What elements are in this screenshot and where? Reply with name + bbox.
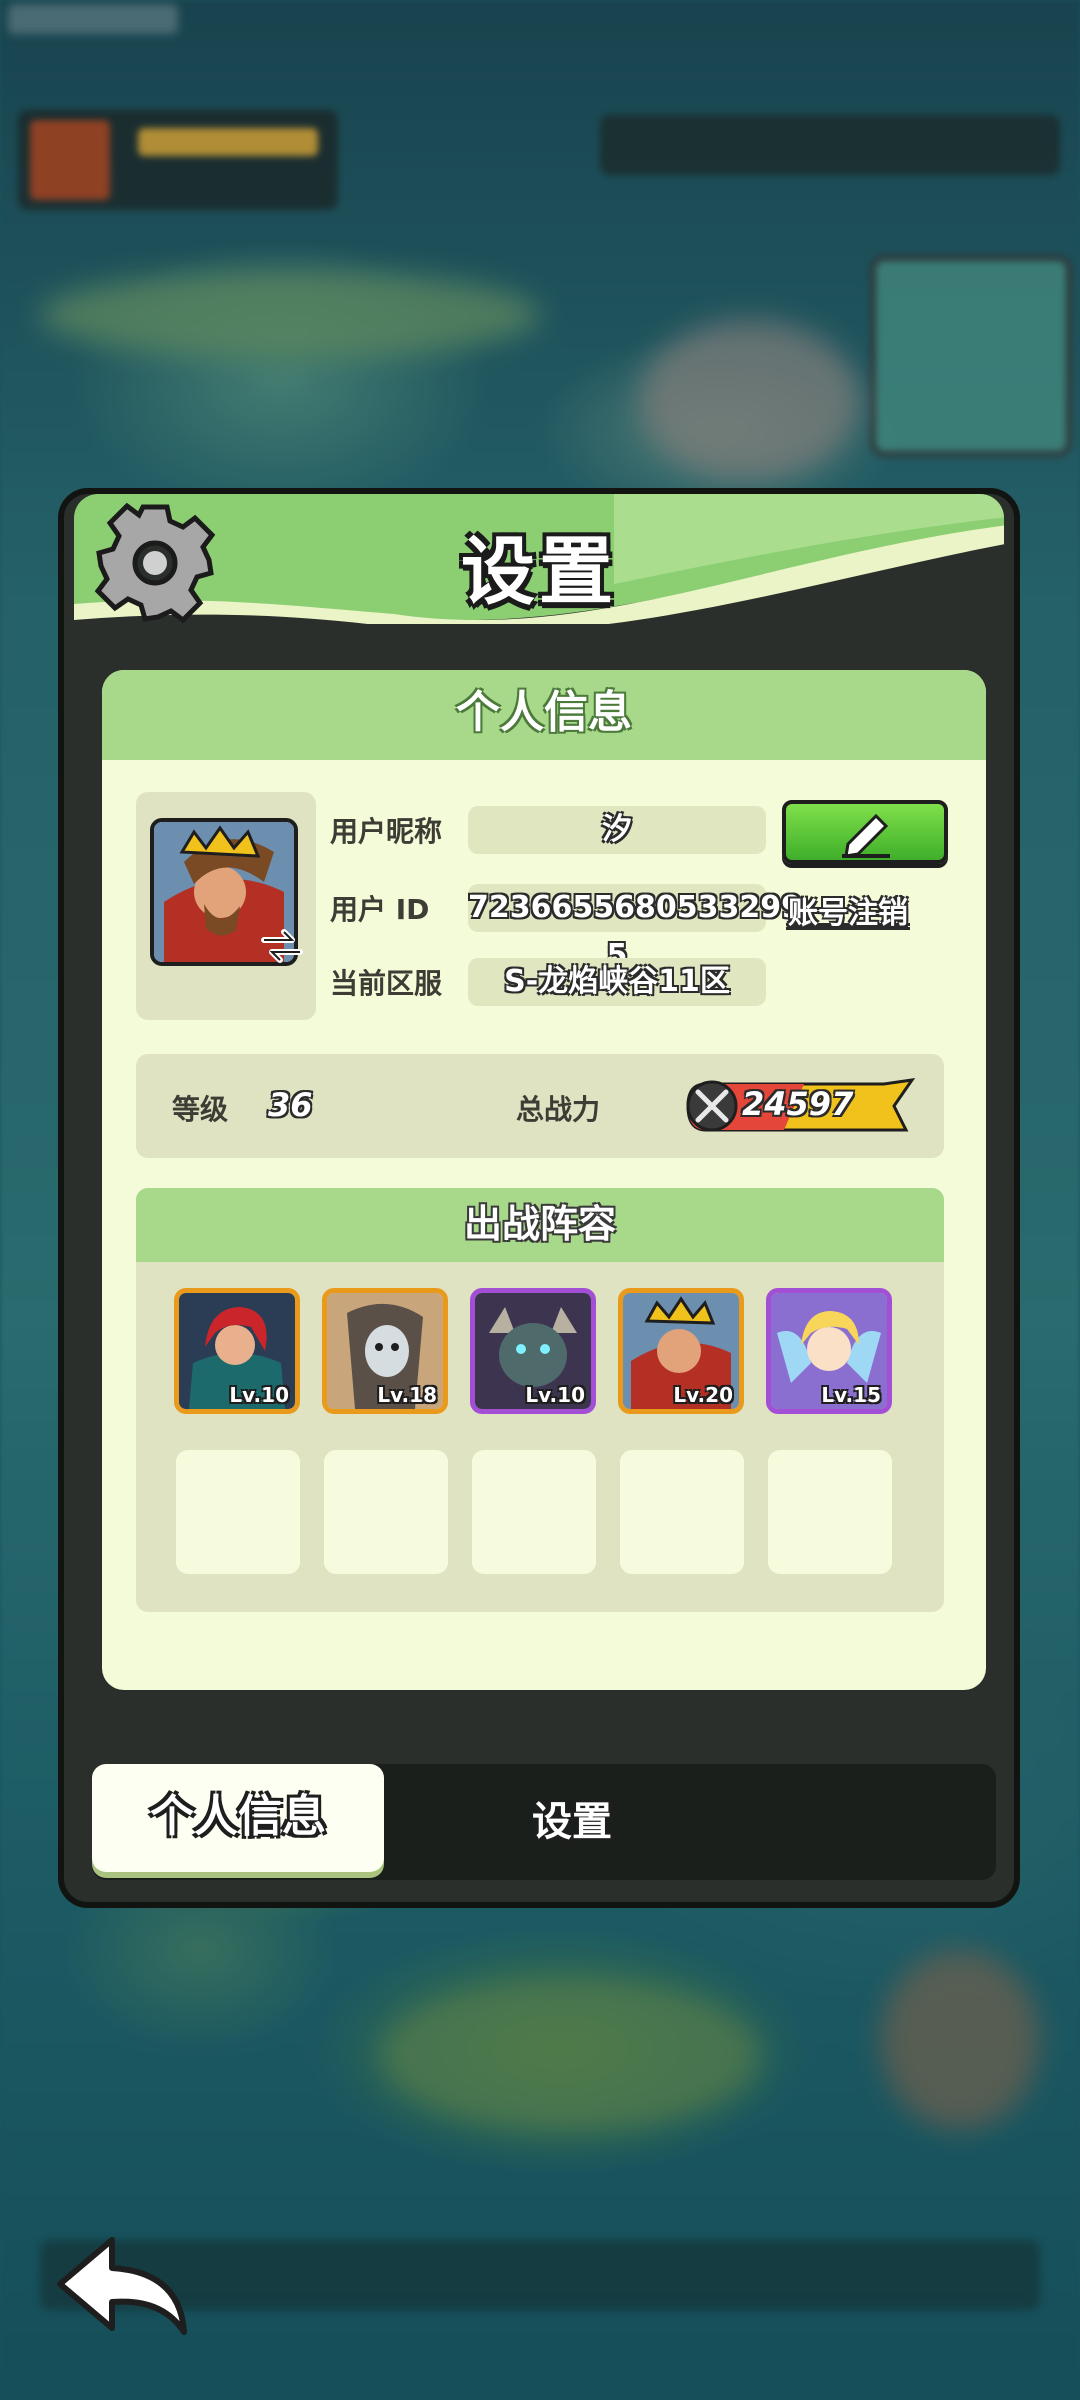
tab-personal-info[interactable]: 个人信息: [92, 1764, 384, 1872]
empty-hero-slot[interactable]: [472, 1450, 596, 1574]
hero-slot[interactable]: Lv.10: [470, 1288, 596, 1414]
back-arrow-icon[interactable]: [52, 2232, 202, 2342]
lineup-title: 出战阵容: [136, 1188, 944, 1262]
personal-info-card: 个人信息 用户昵称 汐: [102, 670, 986, 1690]
account-cancel-link[interactable]: 账号注销: [788, 888, 908, 932]
server-label: 当前区服: [330, 967, 443, 1000]
edit-nickname-button[interactable]: [782, 800, 948, 864]
stats-row: 等级 36 总战力 24597: [136, 1054, 944, 1158]
section-title: 个人信息: [102, 670, 986, 760]
level-label: 等级: [172, 1093, 229, 1126]
pencil-icon: [842, 813, 890, 858]
hero-slot[interactable]: Lv.20: [618, 1288, 744, 1414]
power-label: 总战力: [516, 1093, 601, 1126]
hero-level: Lv.10: [525, 1383, 585, 1407]
swap-icon[interactable]: [258, 922, 306, 970]
empty-hero-slot[interactable]: [176, 1450, 300, 1574]
gear-icon: [94, 502, 216, 624]
hero-level: Lv.18: [377, 1383, 437, 1407]
nickname-label: 用户昵称: [330, 815, 443, 848]
level-value: 36: [268, 1086, 313, 1124]
power-value: 24597: [742, 1085, 854, 1123]
settings-dialog: 设置 个人信息: [58, 488, 1020, 1908]
hero-level: Lv.15: [821, 1383, 881, 1407]
empty-hero-slot[interactable]: [768, 1450, 892, 1574]
tab-settings[interactable]: 设置: [422, 1764, 722, 1880]
avatar-box: [136, 792, 316, 1020]
battle-lineup: 出战阵容 Lv.10 Lv.18 Lv.10 Lv.20 Lv.15: [136, 1188, 944, 1612]
tab-bar: 个人信息 设置: [92, 1764, 996, 1880]
user-id-label: 用户 ID: [330, 893, 430, 926]
server-field: S-龙焰峡谷11区: [468, 958, 766, 1006]
hero-slot[interactable]: Lv.18: [322, 1288, 448, 1414]
hero-level: Lv.20: [673, 1383, 733, 1407]
crossed-swords-icon: [686, 1080, 738, 1132]
nickname-field: 汐: [468, 806, 766, 854]
power-badge: 24597: [684, 1078, 916, 1134]
user-id-field: 7236655680533299​5: [468, 884, 802, 973]
hero-level: Lv.10: [229, 1383, 289, 1407]
hero-slot[interactable]: Lv.15: [766, 1288, 892, 1414]
empty-hero-slot[interactable]: [324, 1450, 448, 1574]
empty-hero-slot[interactable]: [620, 1450, 744, 1574]
hero-slot[interactable]: Lv.10: [174, 1288, 300, 1414]
